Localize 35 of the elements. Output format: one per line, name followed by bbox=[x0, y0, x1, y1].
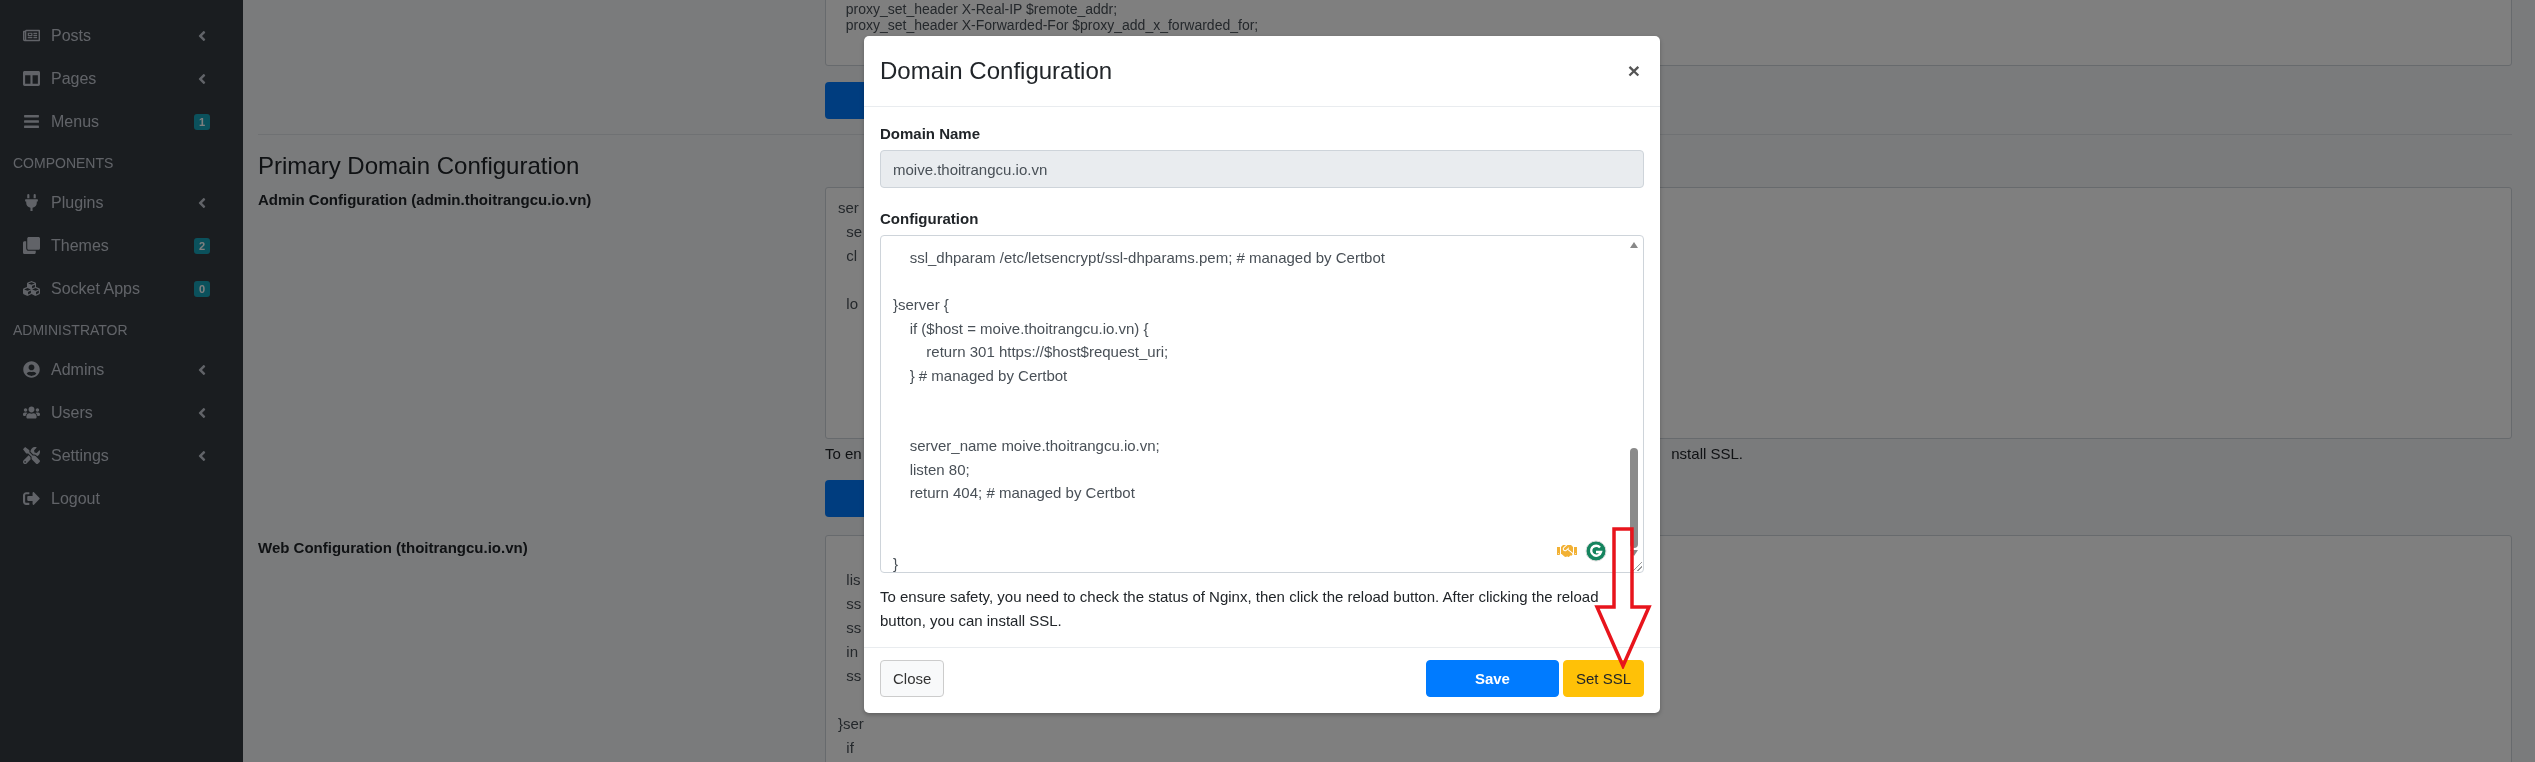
code-line: return 301 https://$host$request_uri; bbox=[925, 342, 1169, 362]
code-line: ss bbox=[845, 618, 862, 638]
code-line: ss bbox=[845, 594, 862, 614]
code-line: if bbox=[845, 738, 854, 758]
code-line: server_name moive.thoitrangcu.io.vn; bbox=[908, 436, 1160, 456]
config-label: Web Configuration (thoitrangcu.io.vn) bbox=[258, 538, 529, 558]
help-text: To ensure safety, you need to check the status of Nginx, then click the reload button. After clicking the reload button, you can install SSL. bbox=[880, 587, 1600, 631]
code-line: } # managed by Certbot bbox=[908, 365, 1068, 386]
code-line: ssl_dhparam /etc/letsencrypt/ssl-dhparams.pem; # managed by Certbot bbox=[908, 248, 1385, 268]
count-badge: 2 bbox=[193, 237, 210, 254]
help-text: To en bbox=[825, 445, 862, 462]
field-label: Configuration bbox=[880, 210, 980, 227]
code-line: se bbox=[845, 222, 863, 242]
code-line: proxy_set_header X-Real-IP $remote_addr; bbox=[844, 1, 1118, 17]
code-line: listen 80; bbox=[908, 459, 970, 480]
code-line: lo bbox=[845, 294, 858, 314]
code-line: ss bbox=[845, 666, 862, 686]
code-line: lis bbox=[845, 570, 861, 590]
code-line: ser bbox=[838, 198, 859, 218]
sidebar-section-header: COMPONENTS bbox=[12, 154, 115, 173]
config-label: Admin Configuration (admin.thoitrangcu.io.vn) bbox=[258, 190, 593, 210]
section-heading: Primary Domain Configuration bbox=[258, 151, 580, 181]
code-line: return 404; # managed by Certbot bbox=[908, 483, 1135, 503]
count-badge: 0 bbox=[193, 280, 210, 297]
code-line: cl bbox=[845, 246, 858, 266]
field-label: Domain Name bbox=[880, 125, 982, 142]
code-line: }server { bbox=[893, 295, 949, 315]
sidebar-section-header: ADMINISTRATOR bbox=[12, 321, 129, 340]
count-badge: 1 bbox=[193, 113, 210, 130]
code-line: } bbox=[893, 553, 898, 572]
help-text: nstall SSL. bbox=[1671, 445, 1743, 462]
code-line: }ser bbox=[838, 714, 864, 734]
code-line: if ($host = moive.thoitrangcu.io.vn) { bbox=[908, 318, 1149, 339]
code-line: proxy_set_header X-Forwarded-For $proxy_add_x_forwarded_for; bbox=[844, 17, 1259, 33]
code-line: in bbox=[845, 642, 858, 662]
